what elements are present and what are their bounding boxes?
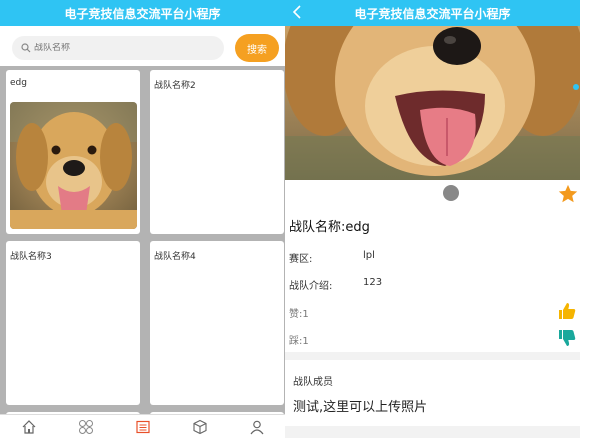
tab-discover[interactable] [190, 417, 210, 437]
dog-image [10, 102, 137, 229]
banner-edge-dot [573, 84, 579, 90]
search-box[interactable] [12, 36, 224, 60]
team-card-label: 战队名称4 [154, 252, 196, 262]
dislikes-label: 踩: [289, 336, 303, 347]
app-title: 电子竞技信息交流平台小程序 [64, 6, 221, 21]
search-row: 搜索 [0, 32, 285, 64]
team-photo [10, 102, 137, 229]
search-button[interactable]: 搜索 [235, 34, 279, 62]
search-icon [21, 43, 31, 53]
team-card-2[interactable]: 战队名称2 [150, 70, 284, 234]
team-name-row: 战队名称:edg [289, 216, 370, 235]
team-card-label: 战队名称3 [10, 252, 52, 262]
region-label: 赛区: [289, 254, 313, 265]
bottom-tab-bar [0, 414, 285, 438]
bottom-divider [285, 426, 580, 438]
app-title: 电子竞技信息交流平台小程序 [354, 6, 511, 21]
team-card-4[interactable]: 战队名称4 [150, 241, 284, 405]
team-detail-screen: 电子竞技信息交流平台小程序 战队名称:edg 赛区: lpl 战队介绍: 123… [285, 0, 580, 438]
thumbs-up-icon[interactable] [557, 301, 577, 321]
dog-closeup-image [285, 26, 580, 180]
team-banner[interactable] [285, 26, 580, 180]
back-arrow-icon[interactable] [290, 4, 306, 20]
detail-title-bar: 电子竞技信息交流平台小程序 [285, 0, 580, 26]
tab-category[interactable] [76, 417, 96, 437]
carousel-indicator[interactable] [443, 185, 459, 201]
section-divider [285, 352, 580, 360]
favorite-star-icon[interactable] [557, 183, 579, 205]
tab-home[interactable] [19, 417, 39, 437]
team-card-3[interactable]: 战队名称3 [6, 241, 140, 405]
search-input[interactable] [34, 43, 204, 53]
dislikes-row: 踩:1 [289, 332, 309, 347]
team-grid: edg 战队名称2 战队名称3 战队名称4 [0, 66, 285, 422]
grid-icon [78, 419, 93, 434]
team-list-screen: 电子竞技信息交流平台小程序 搜索 edg [0, 0, 285, 438]
team-card-edg[interactable]: edg [6, 70, 140, 234]
app-title-bar: 电子竞技信息交流平台小程序 [0, 0, 285, 26]
likes-label: 赞: [289, 309, 303, 320]
list-icon [135, 420, 150, 433]
user-icon [250, 420, 263, 434]
dislikes-value: 1 [302, 336, 309, 347]
team-name-label: 战队名称: [289, 220, 346, 235]
members-title: 战队成员 [293, 377, 333, 388]
cube-icon [192, 419, 207, 434]
likes-row: 赞:1 [289, 305, 309, 320]
intro-label: 战队介绍: [289, 281, 333, 292]
team-card-label: edg [10, 78, 27, 88]
team-name-value: edg [345, 220, 370, 235]
tab-teams[interactable] [133, 417, 153, 437]
tab-profile[interactable] [247, 417, 267, 437]
home-icon [22, 419, 35, 434]
thumbs-down-icon[interactable] [557, 328, 577, 348]
members-text: 测试,这里可以上传照片 [293, 400, 428, 415]
region-value: lpl [363, 250, 375, 261]
likes-value: 1 [302, 309, 309, 320]
intro-value: 123 [363, 277, 383, 288]
team-card-label: 战队名称2 [154, 81, 196, 91]
